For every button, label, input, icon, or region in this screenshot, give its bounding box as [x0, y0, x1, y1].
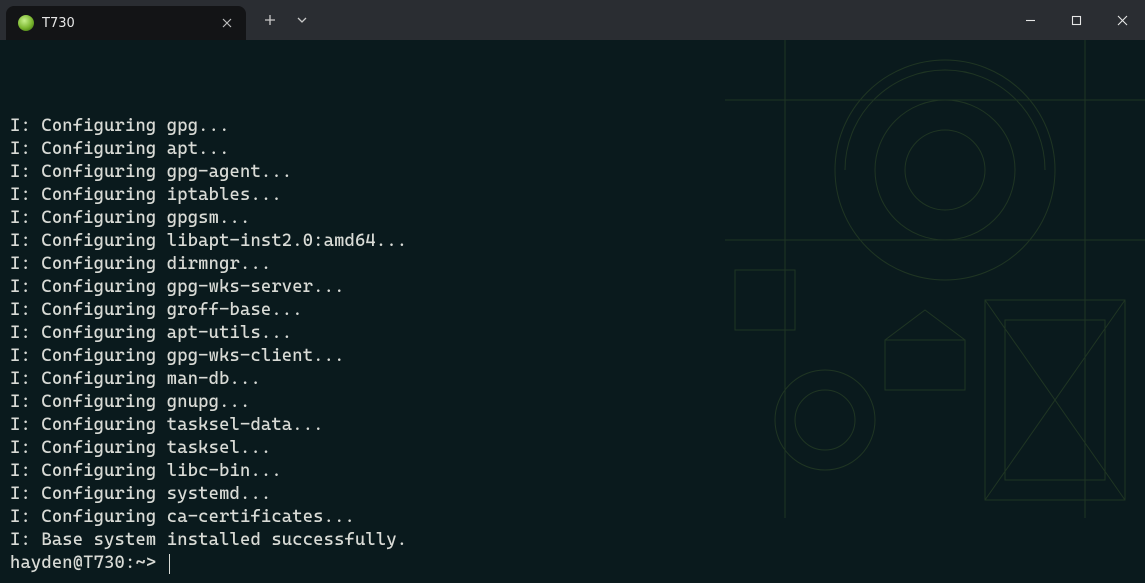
terminal-output-line: I: Configuring man-db... — [10, 368, 1135, 391]
minimize-icon — [1025, 15, 1036, 26]
terminal-output-line: I: Configuring tasksel... — [10, 437, 1135, 460]
tabbar-actions — [246, 0, 316, 40]
terminal-output-line: I: Configuring gpg-wks-client... — [10, 345, 1135, 368]
text-cursor — [169, 554, 171, 574]
tab-close-button[interactable] — [218, 14, 236, 32]
tab-strip: T730 — [0, 0, 246, 40]
maximize-button[interactable] — [1053, 0, 1099, 40]
terminal-output-line: I: Configuring gpg-wks-server... — [10, 276, 1135, 299]
terminal-viewport[interactable]: I: Configuring gpg...I: Configuring apt.… — [0, 40, 1145, 583]
titlebar[interactable]: T730 — [0, 0, 1145, 40]
opensuse-icon — [18, 15, 34, 31]
maximize-icon — [1071, 15, 1082, 26]
terminal-output-line: I: Configuring libc-bin... — [10, 460, 1135, 483]
tab-dropdown-button[interactable] — [288, 6, 316, 34]
terminal-output-line: I: Configuring dirmngr... — [10, 253, 1135, 276]
terminal-window: T730 — [0, 0, 1145, 518]
chevron-down-icon — [296, 14, 308, 26]
titlebar-drag-region[interactable] — [316, 0, 1007, 40]
terminal-output-line: I: Configuring systemd... — [10, 483, 1135, 506]
close-icon — [222, 18, 232, 28]
terminal-output-line: I: Configuring gpg-agent... — [10, 161, 1135, 184]
terminal-output-line: I: Configuring gpg... — [10, 115, 1135, 138]
terminal-output-line: I: Configuring apt... — [10, 138, 1135, 161]
window-controls — [1007, 0, 1145, 40]
tab-title: T730 — [42, 16, 210, 31]
terminal-prompt-line[interactable]: hayden@T730:~> — [10, 552, 1135, 575]
terminal-output-line: I: Configuring groff-base... — [10, 299, 1135, 322]
terminal-output-line: I: Base system installed successfully. — [10, 529, 1135, 552]
tab-active[interactable]: T730 — [6, 6, 246, 40]
terminal-output-line: I: Configuring iptables... — [10, 184, 1135, 207]
terminal-output-line: I: Configuring gnupg... — [10, 391, 1135, 414]
minimize-button[interactable] — [1007, 0, 1053, 40]
new-tab-button[interactable] — [256, 6, 284, 34]
window-close-button[interactable] — [1099, 0, 1145, 40]
terminal-output-line: I: Configuring tasksel-data... — [10, 414, 1135, 437]
plus-icon — [264, 14, 276, 26]
shell-prompt: hayden@T730:~> — [10, 552, 167, 575]
terminal-output-line: I: Configuring libapt-inst2.0:amd64... — [10, 230, 1135, 253]
terminal-output-line: I: Configuring gpgsm... — [10, 207, 1135, 230]
terminal-output-line: I: Configuring apt-utils... — [10, 322, 1135, 345]
close-icon — [1117, 15, 1128, 26]
